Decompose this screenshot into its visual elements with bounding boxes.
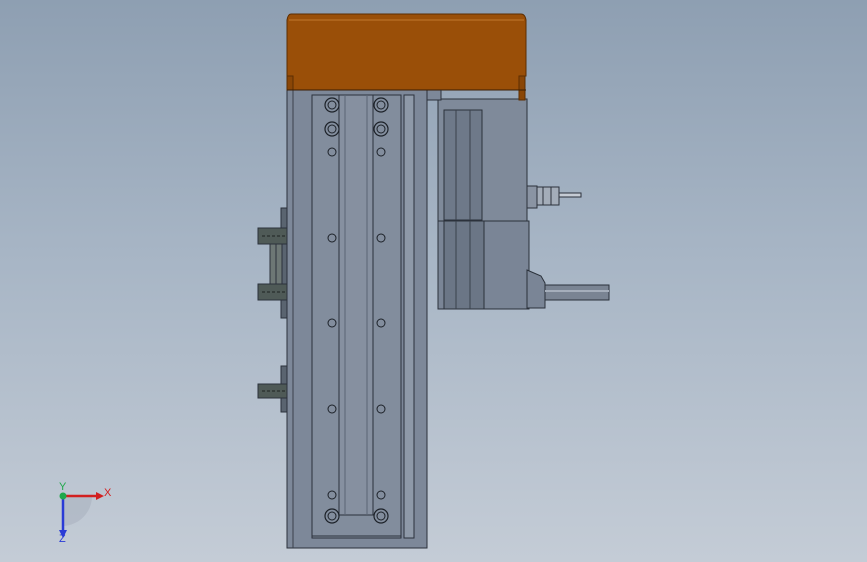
linear-actuator-model[interactable] <box>0 0 867 562</box>
x-axis-arrowhead <box>96 492 104 500</box>
x-axis-label: X <box>104 487 112 499</box>
cad-viewport[interactable]: X Y Z <box>0 0 867 562</box>
y-axis-marker <box>59 492 67 500</box>
rail-body[interactable] <box>286 89 442 549</box>
z-axis-label: Z <box>59 533 66 545</box>
mounting-bracket-lower[interactable] <box>257 365 289 413</box>
output-shaft[interactable] <box>544 284 610 301</box>
top-cover[interactable] <box>286 13 527 101</box>
encoder-connector[interactable] <box>526 185 582 209</box>
mounting-bracket-upper[interactable] <box>257 207 289 319</box>
y-axis-label: Y <box>59 481 67 493</box>
orientation-triad[interactable]: X Y Z <box>50 482 120 548</box>
